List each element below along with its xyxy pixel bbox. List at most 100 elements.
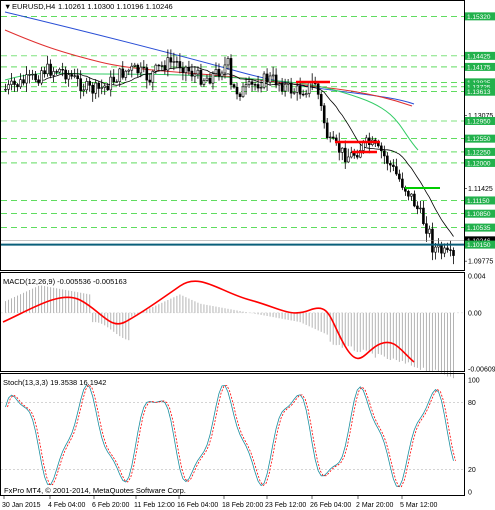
candle-body [10,80,13,85]
candle-body [440,245,443,254]
candle-body [244,84,248,88]
candle-body [136,64,140,74]
candle-body [425,223,428,234]
stoch-axis-label: 20 [468,467,476,474]
candle-body [88,81,91,86]
candle-body [238,93,242,97]
candle-body [196,69,200,75]
candle-body [413,193,416,207]
candle-body [4,88,7,91]
candle-body [301,93,305,96]
candle-body [211,73,215,84]
macd-axis-label: 0.00 [468,310,482,317]
candle-body [392,164,395,167]
candle-body [142,66,146,69]
price-tag-label: 1.10850 [467,211,491,218]
candle-body [262,73,266,88]
candle-body [169,57,173,63]
time-label: 11 Feb 12:00 [134,502,175,509]
candle-body [220,72,224,77]
price-tag-label: 1.12950 [467,118,491,125]
candle-body [97,82,101,89]
candle-body [419,207,422,210]
candle-body [145,67,149,81]
candle-body [280,83,284,92]
candle-body [274,74,278,86]
candle-body [292,91,296,94]
candle-body [398,173,401,180]
candle-body [325,122,329,139]
candle-body [452,250,455,256]
chart-window[interactable]: ▼ EURUSD,H4 1.10261 1.10300 1.10196 1.10… [0,0,495,510]
candle-body [286,82,290,85]
candle-body [139,66,143,74]
candle-body [43,70,46,75]
time-label: 18 Feb 20:00 [222,502,263,509]
macd-label: MACD(12,26,9) -0.005536 -0.005163 [3,277,127,286]
price-tag-label: 1.14425 [467,53,491,60]
candle-body [328,136,332,139]
candle-body [377,143,380,147]
candle-body [133,64,137,67]
candle-body [259,86,263,89]
copyright-text: FxPro MT4, © 2001-2014, MetaQuotes Softw… [4,486,186,495]
candle-body [124,70,128,78]
candle-body [64,69,67,80]
candle-body [184,66,188,73]
candle-body [151,71,155,83]
candle-body [386,155,389,164]
candle-body [295,85,299,93]
trading-chart[interactable]: ▼ EURUSD,H4 1.10261 1.10300 1.10196 1.10… [0,0,495,510]
candle-body [307,82,311,94]
candle-body [16,84,19,88]
candle-body [343,147,347,163]
candle-body [58,69,61,73]
candle-body [289,82,293,94]
candle-body [383,150,386,157]
ohlc-readout: 1.10261 1.10300 1.10196 1.10246 [58,2,173,11]
time-label: 5 Mar 12:00 [400,502,437,509]
price-label: 1.11425 [468,186,493,193]
candle-body [271,74,275,77]
candle-body [232,84,236,88]
dropdown-arrow-icon[interactable]: ▼ [4,2,11,11]
candle-body [401,178,404,188]
candle-body [226,58,230,66]
candle-body [253,84,257,86]
candle-body [235,86,239,95]
candle-body [25,74,28,84]
candle-body [214,69,218,74]
candle-body [298,85,302,95]
candle-body [316,83,320,95]
price-label: 1.09775 [468,259,493,266]
candle-body [277,83,281,86]
candle-body [160,65,164,67]
candle-body [217,69,221,77]
price-tag-label: 1.12000 [467,160,491,167]
candle-body [241,86,245,97]
candle-body [67,74,70,80]
price-tag-label: 1.12550 [467,136,491,143]
candle-body [434,246,437,253]
candle-body [416,205,419,210]
price-tag-label: 1.12250 [467,149,491,156]
candle-body [319,94,323,107]
time-label: 2 Mar 20:00 [356,502,393,509]
candle-body [7,84,10,90]
macd-axis-label: -0.006091 [468,366,495,373]
candle-body [304,93,308,95]
candle-body [73,75,76,77]
candle-body [157,64,161,67]
candle-body [82,89,85,92]
candle-body [395,166,398,175]
macd-axis-label: 0.004 [468,274,486,281]
price-tag-label: 1.15320 [467,14,491,21]
candle-body [205,77,209,81]
candle-body [193,73,197,77]
candle-body [187,66,191,72]
candle-body [199,69,203,85]
candle-body [208,77,212,84]
time-label: 23 Feb 12:00 [265,502,306,509]
candle-body [172,61,176,63]
candle-body [148,79,152,83]
